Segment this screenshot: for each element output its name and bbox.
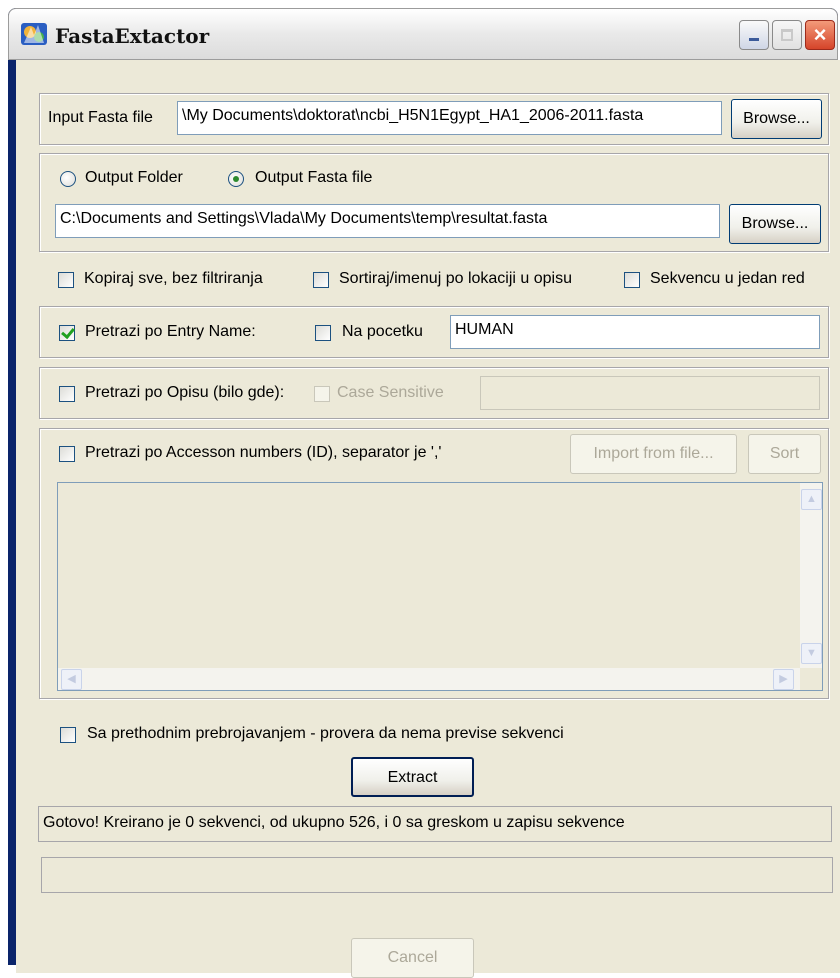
output-browse-button[interactable]: Browse... <box>729 204 821 244</box>
scroll-up-icon[interactable]: ▲ <box>801 489 822 510</box>
output-file-field[interactable]: C:\Documents and Settings\Vlada\My Docum… <box>55 204 720 238</box>
output-folder-label: Output Folder <box>85 169 183 186</box>
description-group: Pretrazi po Opisu (bilo gde): Case Sensi… <box>39 367 829 419</box>
copy-all-checkbox[interactable] <box>58 272 74 288</box>
input-file-label: Input Fasta file <box>48 109 153 126</box>
at-start-checkbox[interactable] <box>315 325 331 341</box>
input-file-field[interactable]: \My Documents\doktorat\ncbi_H5N1Egypt_HA… <box>177 101 722 135</box>
cancel-button[interactable]: Cancel <box>351 938 474 978</box>
one-line-checkbox[interactable] <box>624 272 640 288</box>
case-sensitive-label: Case Sensitive <box>337 384 444 401</box>
scroll-left-icon[interactable]: ◀ <box>61 669 82 690</box>
sort-location-label: Sortiraj/imenuj po lokaciji u opisu <box>339 270 572 287</box>
one-line-label: Sekvencu u jedan red <box>650 270 805 287</box>
extract-button[interactable]: Extract <box>351 757 474 797</box>
output-folder-radio[interactable] <box>60 171 76 187</box>
copy-all-label: Kopiraj sve, bez filtriranja <box>84 270 263 287</box>
description-field[interactable] <box>480 376 820 410</box>
entry-name-field[interactable]: HUMAN <box>450 315 820 349</box>
accession-label: Pretrazi po Accesson numbers (ID), separ… <box>85 444 442 461</box>
app-icon <box>21 23 47 45</box>
input-browse-button[interactable]: Browse... <box>731 99 822 139</box>
accession-group: Pretrazi po Accesson numbers (ID), separ… <box>39 428 829 699</box>
at-start-label: Na pocetku <box>342 323 423 340</box>
entry-name-group: Pretrazi po Entry Name: Na pocetku HUMAN <box>39 306 829 358</box>
progress-bar <box>41 857 833 893</box>
description-checkbox[interactable] <box>59 386 75 402</box>
title-bar[interactable]: FastaExtactor × <box>8 8 838 60</box>
sort-location-checkbox[interactable] <box>313 272 329 288</box>
scroll-right-icon[interactable]: ▶ <box>773 669 794 690</box>
output-file-label: Output Fasta file <box>255 169 373 186</box>
window-client: Input Fasta file \My Documents\doktorat\… <box>16 60 840 978</box>
precount-checkbox[interactable] <box>60 727 76 743</box>
input-file-group: Input Fasta file \My Documents\doktorat\… <box>39 93 829 145</box>
output-group: Output Folder Output Fasta file C:\Docum… <box>39 153 829 252</box>
app-window: FastaExtactor × Input Fasta file \My Doc… <box>8 8 840 978</box>
entry-name-checkbox[interactable] <box>59 325 75 341</box>
description-label: Pretrazi po Opisu (bilo gde): <box>85 384 285 401</box>
horizontal-scrollbar[interactable]: ◀ ▶ <box>58 668 800 690</box>
precount-label: Sa prethodnim prebrojavanjem - provera d… <box>87 725 564 742</box>
minimize-button[interactable] <box>739 20 769 50</box>
accession-checkbox[interactable] <box>59 446 75 462</box>
scroll-down-icon[interactable]: ▼ <box>801 643 822 664</box>
close-button[interactable]: × <box>805 20 835 50</box>
close-icon: × <box>813 22 827 47</box>
vertical-scrollbar[interactable]: ▲ ▼ <box>800 483 822 668</box>
status-text: Gotovo! Kreirano je 0 sekvenci, od ukupn… <box>38 806 832 842</box>
entry-name-label: Pretrazi po Entry Name: <box>85 323 256 340</box>
sort-button[interactable]: Sort <box>748 434 821 474</box>
output-file-radio[interactable] <box>228 171 244 187</box>
import-file-button[interactable]: Import from file... <box>570 434 737 474</box>
accession-list[interactable]: ▲ ▼ ◀ ▶ <box>57 482 823 691</box>
maximize-button[interactable] <box>772 20 802 50</box>
case-sensitive-checkbox[interactable] <box>314 386 330 402</box>
window-title: FastaExtactor <box>55 24 210 48</box>
